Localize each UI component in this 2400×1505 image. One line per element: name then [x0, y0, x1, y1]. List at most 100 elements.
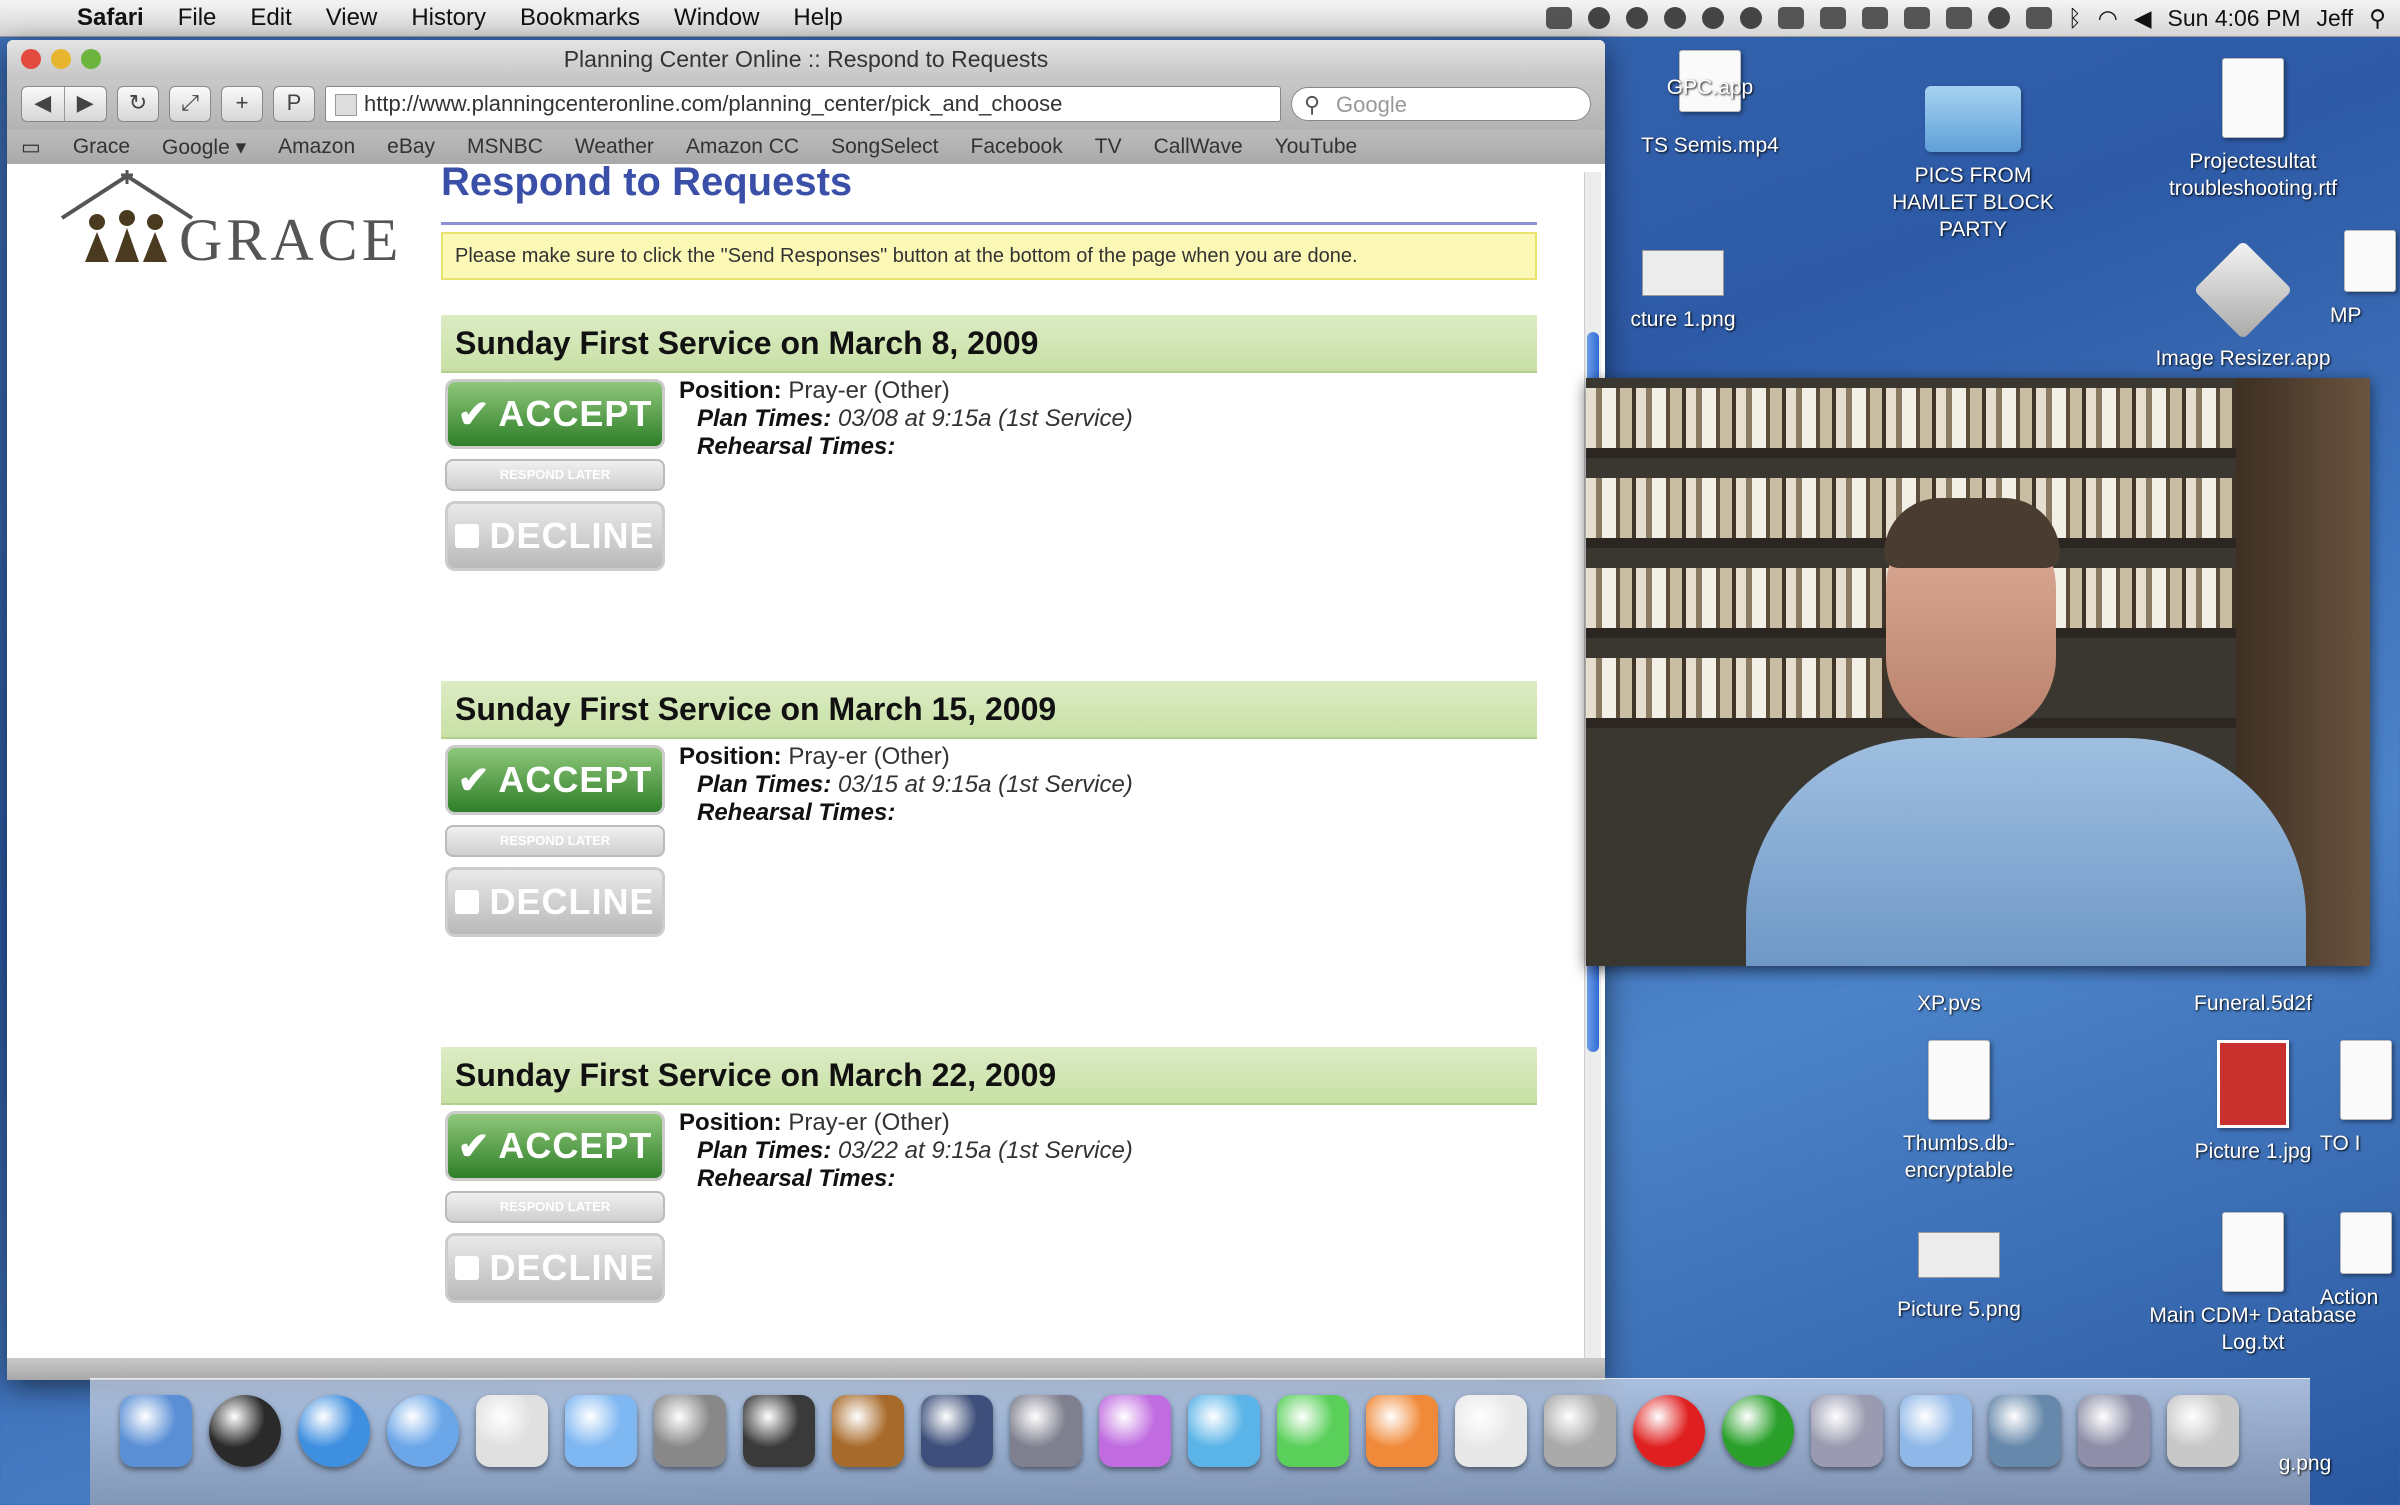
imovie-icon[interactable] [743, 1395, 815, 1467]
status-icon-i[interactable] [1945, 7, 1972, 29]
iphoto-icon[interactable] [654, 1395, 726, 1467]
clock[interactable]: Sun 4:06 PM [2168, 5, 2301, 32]
photos-icon[interactable] [1811, 1395, 1883, 1467]
position-value: Pray-er (Other) [788, 1109, 950, 1136]
back-button[interactable]: ◀ [22, 87, 65, 121]
bookmark-msnbc[interactable]: MSNBC [467, 135, 543, 159]
volume-icon[interactable]: ◀ [2134, 5, 2152, 32]
bookmark-amazon[interactable]: Amazon [278, 135, 355, 159]
search-field[interactable]: ⚲ Google [1291, 87, 1591, 121]
add-bookmark-button[interactable]: + [221, 86, 263, 122]
desktop-icon-to[interactable]: TO I [2320, 1040, 2400, 1157]
dashboard-icon[interactable] [209, 1395, 281, 1467]
bookmark-callwave[interactable]: CallWave [1154, 135, 1243, 159]
app-icon[interactable] [1099, 1395, 1171, 1467]
desktop-icon-funeral[interactable]: Funeral.5d2f [2128, 980, 2378, 1017]
app-icon-2[interactable] [1188, 1395, 1260, 1467]
decline-button[interactable]: DECLINE [445, 1233, 665, 1303]
bluetooth-icon[interactable]: ᛒ [2068, 5, 2082, 32]
close-button[interactable] [21, 49, 41, 69]
status-icon-camera[interactable] [1545, 7, 1572, 29]
preview-icon[interactable] [1544, 1395, 1616, 1467]
desktop-icon-g-png[interactable]: g.png [2220, 1450, 2390, 1477]
status-icon-sync[interactable] [1587, 7, 1610, 29]
decline-button[interactable]: DECLINE [445, 867, 665, 937]
menu-app-name[interactable]: Safari [60, 4, 161, 32]
minimize-button[interactable] [51, 49, 71, 69]
status-icon-c[interactable] [1701, 7, 1724, 29]
respond-later-button[interactable]: RESPOND LATER [445, 1191, 665, 1223]
check-icon[interactable] [1722, 1395, 1794, 1467]
bookmark-grace[interactable]: Grace [73, 135, 130, 159]
network-icon[interactable] [1989, 1395, 2061, 1467]
accept-button[interactable]: ✔ ACCEPT [445, 745, 665, 815]
desktop-icon-action[interactable]: Action [2320, 1212, 2400, 1311]
itunes-icon[interactable] [565, 1395, 637, 1467]
spaces-icon[interactable] [921, 1395, 993, 1467]
bookmark-amazon-cc[interactable]: Amazon CC [686, 135, 799, 159]
desktop-icon-hamlet-folder[interactable]: PICS FROM HAMLET BLOCK PARTY [1848, 86, 2098, 243]
status-icon-f[interactable] [1819, 7, 1846, 29]
bookshelf-row [1586, 388, 2286, 448]
bookmark-songselect[interactable]: SongSelect [831, 135, 938, 159]
mail-icon[interactable] [476, 1395, 548, 1467]
desktop-icon-thumbs-db[interactable]: Thumbs.db-encryptable [1834, 1040, 2084, 1184]
status-icon-d[interactable] [1739, 7, 1762, 29]
respond-later-button[interactable]: RESPOND LATER [445, 825, 665, 857]
user-name[interactable]: Jeff [2316, 5, 2353, 32]
menu-file[interactable]: File [161, 4, 234, 32]
menu-help[interactable]: Help [776, 4, 859, 32]
decline-button[interactable]: DECLINE [445, 501, 665, 571]
print-icon[interactable]: P [273, 86, 315, 122]
app-icon-3[interactable] [1277, 1395, 1349, 1467]
bookmark-google[interactable]: Google ▾ [162, 135, 246, 160]
zoom-button[interactable] [81, 49, 101, 69]
menu-history[interactable]: History [394, 4, 503, 32]
finder-icon[interactable] [120, 1395, 192, 1467]
desktop-icon-troubleshooting-rtf[interactable]: Projectesultat troubleshooting.rtf [2128, 58, 2378, 202]
address-bar[interactable]: http://www.planningcenteronline.com/plan… [325, 86, 1281, 122]
desktop-icon-gpc-app[interactable]: GPC.app TS Semis.mp4 [1585, 50, 1835, 159]
desktop-icon-xp-pvs[interactable]: XP.pvs [1824, 980, 2074, 1017]
menu-edit[interactable]: Edit [233, 4, 308, 32]
garageband-icon[interactable] [832, 1395, 904, 1467]
time-machine-icon[interactable] [1010, 1395, 1082, 1467]
no-entry-icon[interactable] [1633, 1395, 1705, 1467]
status-icon-e[interactable] [1777, 7, 1804, 29]
decline-label: DECLINE [489, 515, 655, 556]
menu-view[interactable]: View [309, 4, 395, 32]
desktop-icon-picture-5-png[interactable]: Picture 5.png [1834, 1232, 2084, 1323]
bookmark-tv[interactable]: TV [1095, 135, 1122, 159]
wifi-icon[interactable]: ◠ [2098, 5, 2118, 32]
bookmark-ebay[interactable]: eBay [387, 135, 435, 159]
cdm-icon[interactable] [1455, 1395, 1527, 1467]
checkbox-icon [455, 524, 480, 548]
bookmark-facebook[interactable]: Facebook [971, 135, 1063, 159]
forward-button[interactable]: ▶ [65, 87, 107, 121]
desktop-icon-mp[interactable]: MP [2330, 230, 2400, 329]
reload-button[interactable]: ↻ [117, 86, 159, 122]
accept-button[interactable]: ✔ ACCEPT [445, 1111, 665, 1181]
bookmark-youtube[interactable]: YouTube [1275, 135, 1358, 159]
photo-booth-icon[interactable] [2078, 1395, 2150, 1467]
respond-later-button[interactable]: RESPOND LATER [445, 459, 665, 491]
app-icon-4[interactable] [1366, 1395, 1438, 1467]
service-heading: Sunday First Service on March 22, 2009 [441, 1047, 1537, 1105]
status-icon-b[interactable] [1663, 7, 1686, 29]
safari-icon[interactable] [298, 1395, 370, 1467]
bookmarks-book-icon[interactable]: ▭ [21, 135, 41, 160]
status-icon-g[interactable] [1861, 7, 1888, 29]
menu-bookmarks[interactable]: Bookmarks [503, 4, 657, 32]
time-machine-menu-icon[interactable] [1987, 7, 2010, 29]
snapback-icon[interactable]: ⤢ [169, 86, 211, 122]
status-icon-h[interactable] [1903, 7, 1930, 29]
status-icon-a[interactable] [1625, 7, 1648, 29]
spotlight-icon[interactable]: ⚲ [2369, 5, 2386, 32]
accept-button[interactable]: ✔ ACCEPT [445, 379, 665, 449]
menu-window[interactable]: Window [657, 4, 776, 32]
status-icon-j[interactable] [2025, 7, 2052, 29]
window-titlebar[interactable]: Planning Center Online :: Respond to Req… [7, 40, 1605, 78]
ichat-icon[interactable] [387, 1395, 459, 1467]
folder-icon[interactable] [1900, 1395, 1972, 1467]
bookmark-weather[interactable]: Weather [575, 135, 654, 159]
